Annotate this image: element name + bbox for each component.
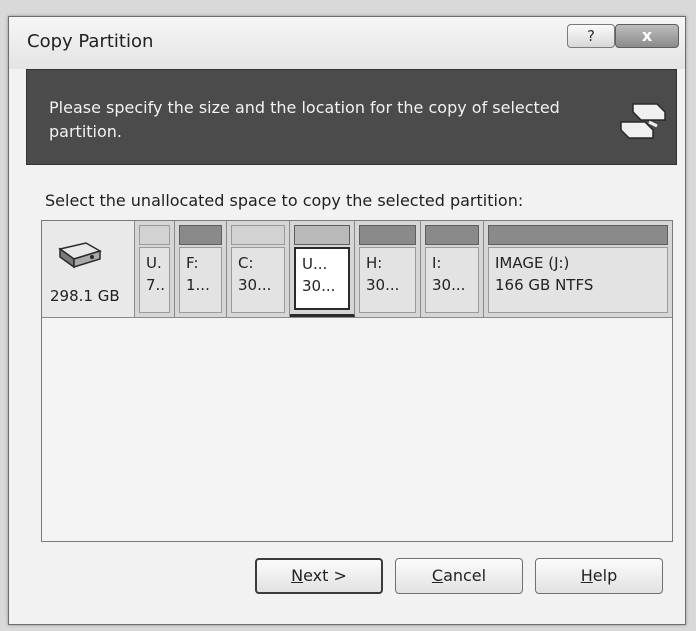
partition-4-selected[interactable]: U... 30...	[290, 221, 355, 317]
partition-6[interactable]: I: 30...	[421, 221, 484, 317]
partition-usage-bar	[294, 225, 350, 245]
partition-usage-bar	[359, 225, 416, 245]
hard-disk-icon	[58, 242, 102, 269]
partition-label: U. 7..	[139, 247, 170, 313]
partition-usage-bar	[139, 225, 170, 245]
copy-partition-dialog: Copy Partition ? x Please specify the si…	[8, 16, 686, 625]
help-button[interactable]: Help	[535, 558, 663, 594]
partition-usage-bar	[179, 225, 222, 245]
partition-usage-bar	[425, 225, 479, 245]
close-button[interactable]: x	[615, 24, 679, 48]
partition-label: H: 30...	[359, 247, 416, 313]
disk-size: 298.1 GB	[50, 287, 120, 305]
next-button[interactable]: Next >	[255, 558, 383, 594]
partition-usage-bar	[231, 225, 285, 245]
partition-label: I: 30...	[425, 247, 479, 313]
header-banner: Please specify the size and the location…	[26, 69, 677, 165]
window-title: Copy Partition	[27, 31, 154, 52]
instruction-text: Select the unallocated space to copy the…	[45, 191, 524, 210]
disk-map: 298.1 GB U. 7.. F: 1... C: 30... U... 30…	[42, 221, 672, 318]
copy-disk-icon	[620, 103, 666, 139]
partition-label: F: 1...	[179, 247, 222, 313]
partition-map-panel: 298.1 GB U. 7.. F: 1... C: 30... U... 30…	[41, 220, 673, 542]
title-bar: Copy Partition ? x	[9, 17, 685, 69]
partition-5[interactable]: H: 30...	[355, 221, 421, 317]
disk-cell[interactable]: 298.1 GB	[42, 221, 135, 317]
partition-usage-bar	[488, 225, 668, 245]
partition-label: U... 30...	[294, 247, 350, 310]
help-title-button[interactable]: ?	[567, 24, 615, 48]
partition-1[interactable]: U. 7..	[135, 221, 175, 317]
partition-3[interactable]: C: 30...	[227, 221, 290, 317]
banner-text: Please specify the size and the location…	[49, 98, 560, 141]
partition-7-image[interactable]: IMAGE (J:) 166 GB NTFS	[484, 221, 672, 317]
partition-label: C: 30...	[231, 247, 285, 313]
partition-2[interactable]: F: 1...	[175, 221, 227, 317]
cancel-button[interactable]: Cancel	[395, 558, 523, 594]
partition-label: IMAGE (J:) 166 GB NTFS	[488, 247, 668, 313]
